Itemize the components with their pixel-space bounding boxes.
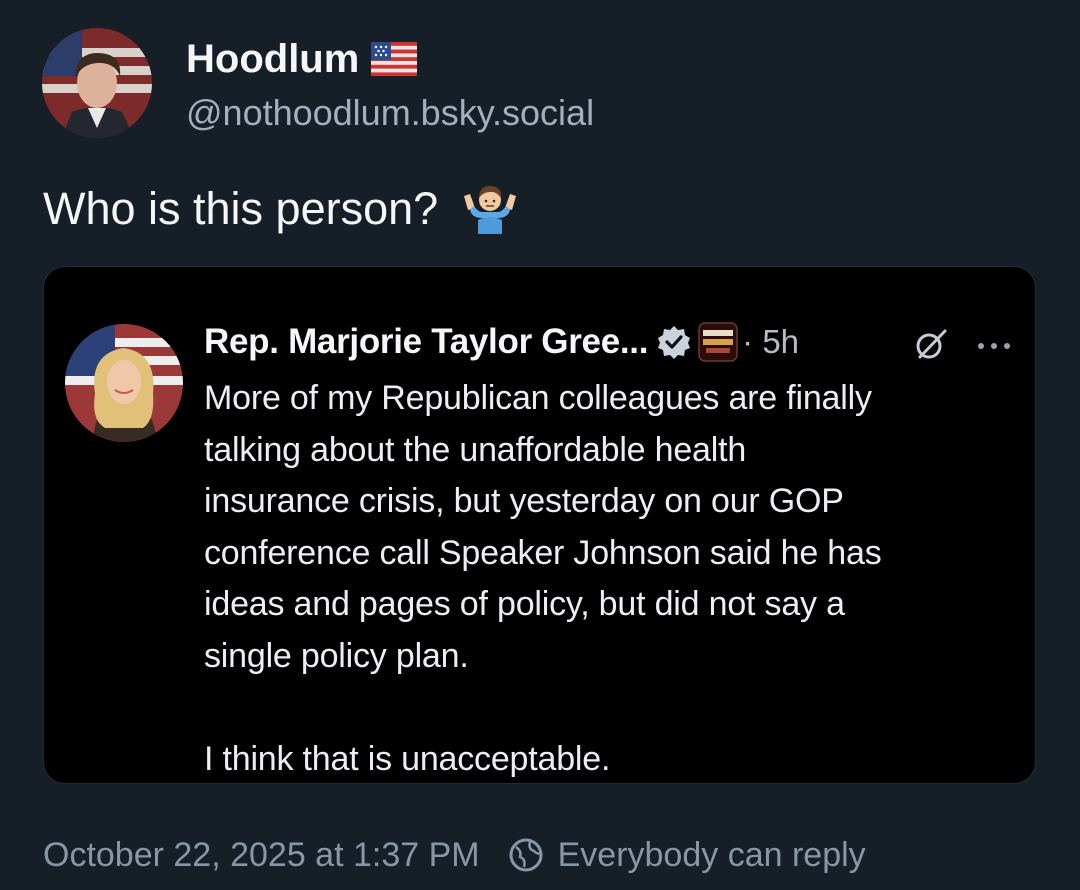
quoted-paragraph: I think that is unacceptable. [204,739,611,778]
display-name[interactable]: Hoodlum [186,34,418,84]
avatar[interactable] [42,28,152,138]
reply-setting[interactable]: Everybody can reply [558,836,866,875]
post-text-content: Who is this person? [43,183,439,234]
shrug-icon [464,186,517,234]
globe-icon [509,838,543,872]
quoted-author-name[interactable]: Rep. Marjorie Taylor Gree... [204,322,648,362]
quoted-header: Rep. Marjorie Taylor Gree... · 5h [204,319,799,365]
quoted-post-body: More of my Republican colleagues are fin… [204,373,1024,783]
quoted-avatar[interactable] [65,324,183,442]
us-flag-icon [371,42,418,76]
quoted-paragraph: More of my Republican colleagues are fin… [204,379,882,675]
grok-icon[interactable] [914,327,948,361]
post-text: Who is this person? [43,174,520,238]
quoted-timestamp[interactable]: · 5h [742,323,799,361]
author-handle[interactable]: @nothoodlum.bsky.social [186,90,594,136]
affiliate-badge[interactable] [698,322,738,362]
more-icon[interactable] [976,341,1012,351]
display-name-text: Hoodlum [186,37,360,81]
post-footer: October 22, 2025 at 1:37 PM Everybody ca… [43,830,866,880]
quoted-post-embed[interactable]: Rep. Marjorie Taylor Gree... · 5h More o… [43,266,1036,784]
verified-icon [658,326,691,359]
post-timestamp[interactable]: October 22, 2025 at 1:37 PM [43,836,480,875]
